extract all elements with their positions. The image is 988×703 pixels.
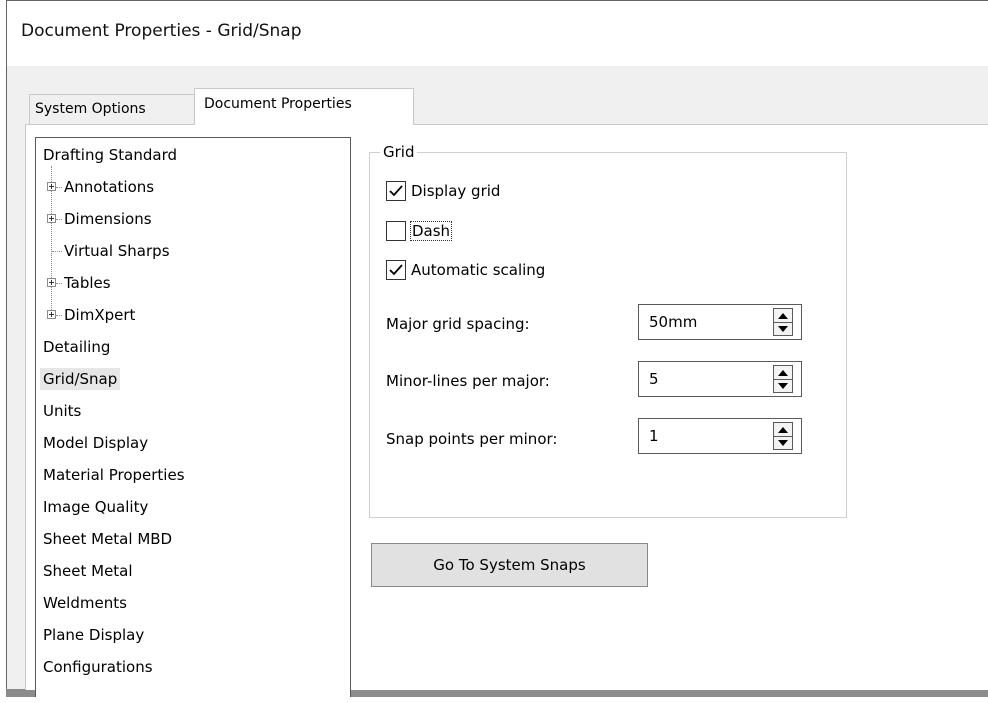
snap-points-label: Snap points per minor: (386, 430, 558, 448)
major-grid-spacing-input[interactable]: 50mm (638, 304, 802, 340)
spin-up-button[interactable] (774, 423, 792, 437)
tree-item-material-properties[interactable]: Material Properties (36, 462, 185, 488)
snap-points-spinner[interactable] (773, 422, 793, 450)
dash-label: Dash (409, 221, 453, 241)
tree-item-units[interactable]: Units (36, 398, 81, 424)
expand-plus-icon[interactable] (47, 310, 56, 319)
automatic-scaling-label: Automatic scaling (411, 261, 546, 279)
automatic-scaling-checkbox-row[interactable]: Automatic scaling (386, 258, 545, 282)
tree-item-configurations[interactable]: Configurations (36, 654, 153, 680)
triangle-down-icon (778, 439, 788, 446)
expand-plus-icon[interactable] (47, 278, 56, 287)
tree-item-tables[interactable]: Tables (36, 270, 111, 296)
tree-item-dimxpert[interactable]: DimXpert (36, 302, 135, 328)
tab-system-options[interactable]: System Options (29, 94, 195, 124)
tree-item-detailing[interactable]: Detailing (36, 334, 110, 360)
expand-plus-icon[interactable] (47, 182, 56, 191)
tree-item-annotations[interactable]: Annotations (36, 174, 154, 200)
window-title: Document Properties - Grid/Snap (21, 21, 302, 41)
grid-group-legend: Grid (380, 143, 418, 161)
tree-item-model-display[interactable]: Model Display (36, 430, 148, 456)
spin-up-button[interactable] (774, 309, 792, 323)
tree-item-weldments[interactable]: Weldments (36, 590, 127, 616)
dash-checkbox[interactable] (386, 221, 406, 241)
properties-tree[interactable]: Drafting Standard Annotations Dimensions… (35, 137, 351, 697)
triangle-down-icon (778, 325, 788, 332)
tree-item-drafting-standard[interactable]: Drafting Standard (36, 142, 177, 168)
snap-points-input[interactable]: 1 (638, 418, 802, 454)
spin-up-button[interactable] (774, 366, 792, 380)
minor-lines-label: Minor-lines per major: (386, 372, 550, 390)
spin-down-button[interactable] (774, 436, 792, 449)
display-grid-checkbox[interactable] (386, 181, 406, 201)
tree-item-virtual-sharps[interactable]: Virtual Sharps (36, 238, 170, 264)
major-grid-spacing-label: Major grid spacing: (386, 315, 530, 333)
go-to-system-snaps-button[interactable]: Go To System Snaps (371, 543, 648, 587)
checkmark-icon (389, 264, 403, 276)
snap-points-value: 1 (649, 427, 659, 445)
checkmark-icon (389, 185, 403, 197)
dash-checkbox-row[interactable]: Dash (386, 219, 453, 243)
document-properties-dialog: Document Properties - Grid/Snap System O… (6, 0, 988, 697)
tab-document-properties[interactable]: Document Properties (194, 88, 414, 125)
tree-item-dimensions[interactable]: Dimensions (36, 206, 152, 232)
triangle-up-icon (778, 426, 788, 433)
automatic-scaling-checkbox[interactable] (386, 260, 406, 280)
tree-item-sheet-metal-mbd[interactable]: Sheet Metal MBD (36, 526, 172, 552)
spin-down-button[interactable] (774, 322, 792, 335)
display-grid-checkbox-row[interactable]: Display grid (386, 179, 500, 203)
tree-item-image-quality[interactable]: Image Quality (36, 494, 148, 520)
spin-down-button[interactable] (774, 379, 792, 392)
tree-item-grid-snap[interactable]: Grid/Snap (36, 366, 121, 392)
minor-lines-input[interactable]: 5 (638, 361, 802, 397)
tab-content-panel: Drafting Standard Annotations Dimensions… (25, 124, 988, 697)
minor-lines-value: 5 (649, 370, 659, 388)
grid-group-box: Grid Display grid Dash Automatic scaling… (369, 143, 847, 518)
triangle-up-icon (778, 369, 788, 376)
major-grid-spacing-spinner[interactable] (773, 308, 793, 336)
tree-item-plane-display[interactable]: Plane Display (36, 622, 144, 648)
expand-plus-icon[interactable] (47, 214, 56, 223)
minor-lines-spinner[interactable] (773, 365, 793, 393)
triangle-up-icon (778, 312, 788, 319)
major-grid-spacing-value: 50mm (649, 313, 698, 331)
display-grid-label: Display grid (411, 182, 501, 200)
triangle-down-icon (778, 382, 788, 389)
tree-item-sheet-metal[interactable]: Sheet Metal (36, 558, 133, 584)
title-bar: Document Properties - Grid/Snap (7, 1, 988, 66)
